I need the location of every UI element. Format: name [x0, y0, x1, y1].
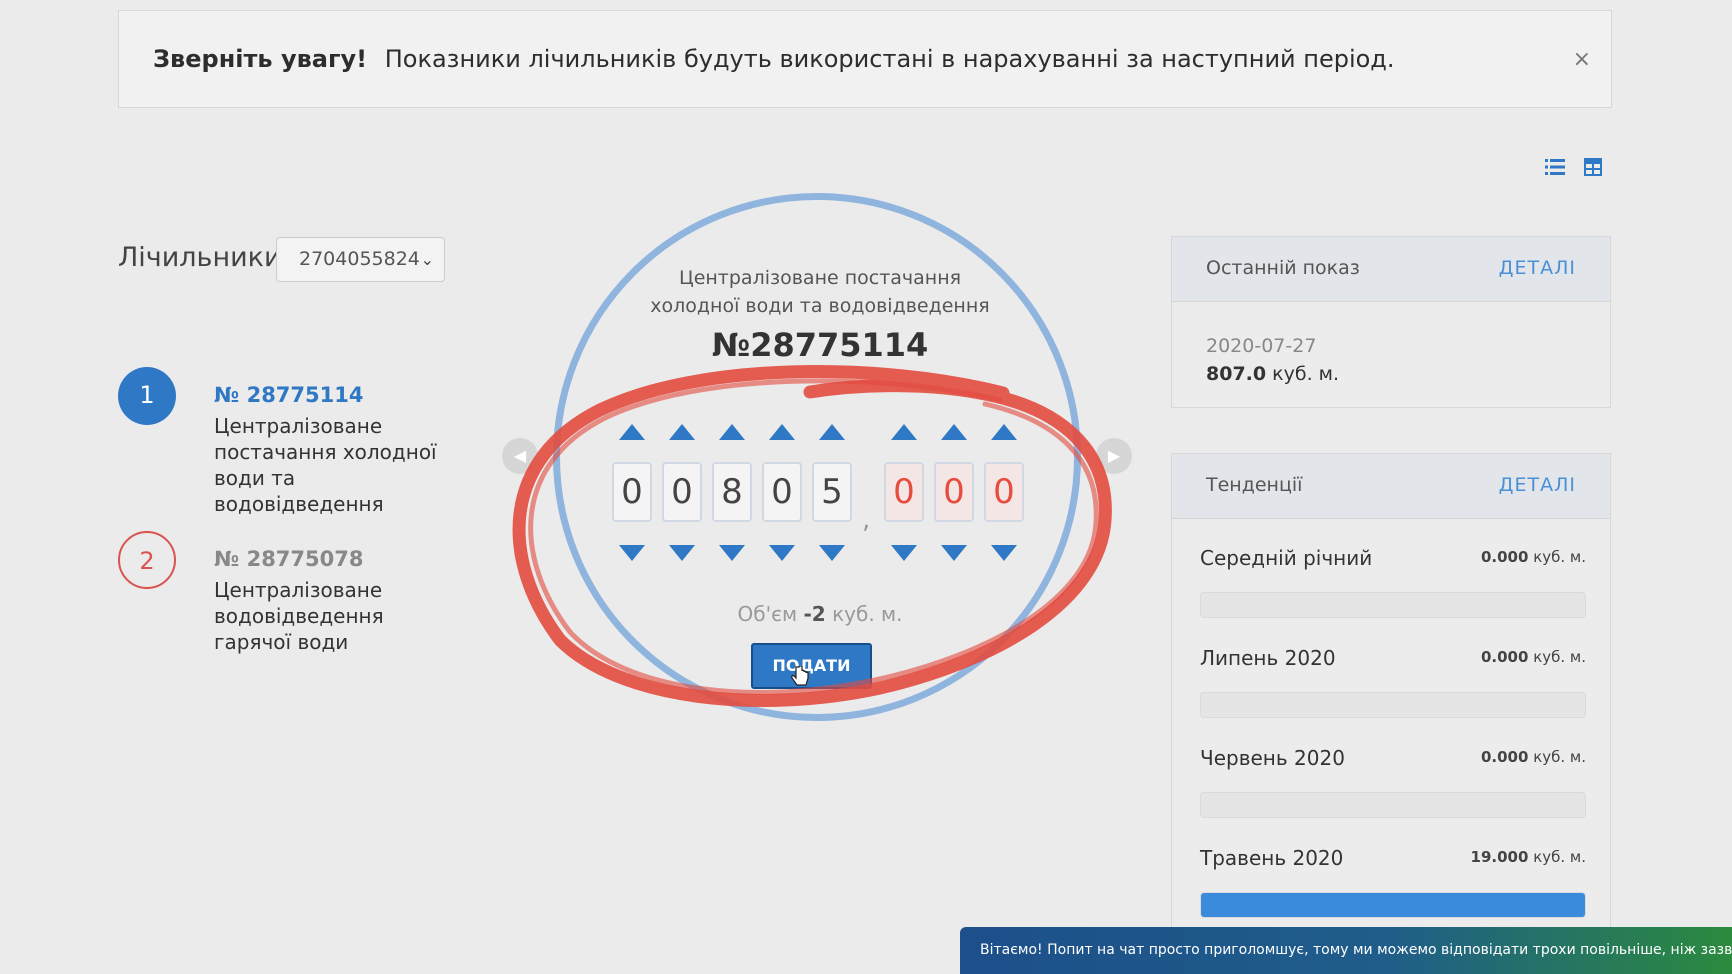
increment-digit-icon[interactable]	[619, 424, 645, 440]
volume-prefix: Об'єм	[737, 602, 798, 626]
trend-unit: куб. м.	[1533, 748, 1586, 766]
increment-digit-icon[interactable]	[769, 424, 795, 440]
close-icon[interactable]: ×	[1573, 47, 1591, 72]
alert-message: Показники лічильників будуть використані…	[384, 45, 1395, 73]
volume-text: Об'єм -2 куб. м.	[600, 602, 1040, 626]
account-select[interactable]: 2704055824 ⌄	[276, 237, 445, 282]
meter-list-item[interactable]: 1 № 28775114 Централізоване постачання х…	[118, 367, 478, 516]
trend-number: 19.000	[1470, 848, 1529, 866]
next-meter-button[interactable]: ▶	[1096, 438, 1132, 474]
decrement-digit-icon[interactable]	[941, 545, 967, 561]
trend-value: 19.000 куб. м.	[1471, 848, 1586, 866]
previous-meter-button[interactable]: ◀	[502, 438, 538, 474]
trend-unit: куб. м.	[1533, 648, 1586, 666]
increment-digit-icon[interactable]	[819, 424, 845, 440]
decrement-digit-icon[interactable]	[769, 545, 795, 561]
notice-alert: Зверніть увагу! Показники лічильників бу…	[118, 10, 1612, 108]
decrement-digit-icon[interactable]	[991, 545, 1017, 561]
trend-number: 0.000	[1480, 648, 1529, 666]
trend-number: 0.000	[1480, 748, 1529, 766]
decimal-digit-input[interactable]: 0	[984, 462, 1024, 522]
increment-digit-icon[interactable]	[991, 424, 1017, 440]
meter-description: Централізоване постачання холодної води …	[214, 414, 437, 516]
digit-input[interactable]: 0	[762, 462, 802, 522]
chevron-down-icon: ⌄	[420, 250, 434, 269]
trends-panel: Тенденції ДЕТАЛІ Середній річний 0.000 ку…	[1171, 453, 1611, 974]
meter-index-badge: 2	[118, 531, 176, 589]
volume-value: -2	[803, 602, 826, 626]
meter-list-item[interactable]: 2 № 28775078 Централізоване водовідведен…	[118, 531, 478, 661]
decimal-digit-input[interactable]: 0	[934, 462, 974, 522]
meter-number-heading: №28775114	[711, 326, 929, 364]
last-reading-unit: куб. м.	[1272, 363, 1340, 385]
list-view-icon[interactable]	[1545, 158, 1565, 176]
trend-progress-bar	[1200, 792, 1586, 818]
details-link[interactable]: ДЕТАЛІ	[1499, 474, 1576, 496]
grid-view-icon[interactable]	[1584, 158, 1602, 176]
panel-header: Тенденції ДЕТАЛІ	[1172, 454, 1610, 519]
trend-number: 0.000	[1480, 548, 1529, 566]
trend-label: Середній річний	[1200, 546, 1373, 570]
panel-header: Останній показ ДЕТАЛІ	[1172, 237, 1610, 302]
meter-number-link[interactable]: № 28775114	[214, 383, 363, 407]
details-link[interactable]: ДЕТАЛІ	[1499, 257, 1576, 279]
digit-input[interactable]: 5	[812, 462, 852, 522]
increment-digit-icon[interactable]	[669, 424, 695, 440]
increment-digit-icon[interactable]	[719, 424, 745, 440]
panel-title: Тенденції	[1206, 474, 1303, 496]
trend-value: 0.000 куб. м.	[1481, 548, 1586, 566]
last-reading-number: 807.0	[1206, 363, 1267, 385]
trend-value: 0.000 куб. м.	[1481, 648, 1586, 666]
meter-index-badge: 1	[118, 367, 176, 425]
last-reading-date: 2020-07-27	[1206, 335, 1317, 357]
account-select-value: 2704055824	[299, 248, 420, 270]
chat-notice-banner[interactable]: Вітаємо! Попит на чат просто приголомшує…	[960, 927, 1732, 974]
submit-button[interactable]: ПОДАТИ	[751, 643, 872, 689]
alert-title: Зверніть увагу!	[153, 45, 368, 73]
alert-text: Зверніть увагу! Показники лічильників бу…	[153, 45, 1395, 73]
meter-description: Централізоване водовідведення гарячої во…	[214, 578, 384, 654]
decimal-separator: ,	[862, 505, 871, 535]
trend-label: Червень 2020	[1200, 746, 1345, 770]
decimal-digit-input[interactable]: 0	[884, 462, 924, 522]
trend-value: 0.000 куб. м.	[1481, 748, 1586, 766]
service-title-line: Централізоване постачання	[678, 267, 962, 289]
digit-input[interactable]: 0	[612, 462, 652, 522]
decrement-digit-icon[interactable]	[669, 545, 695, 561]
service-title-line: холодної води та водовідведення	[650, 295, 990, 317]
trend-progress-bar	[1200, 592, 1586, 618]
last-reading-panel: Останній показ ДЕТАЛІ 2020-07-27 807.0 к…	[1171, 236, 1611, 408]
decrement-digit-icon[interactable]	[819, 545, 845, 561]
decrement-digit-icon[interactable]	[891, 545, 917, 561]
trend-label: Травень 2020	[1200, 846, 1344, 870]
increment-digit-icon[interactable]	[941, 424, 967, 440]
hand-cursor-icon	[791, 666, 809, 686]
decrement-digit-icon[interactable]	[719, 545, 745, 561]
digit-input[interactable]: 8	[712, 462, 752, 522]
trend-progress-bar	[1200, 692, 1586, 718]
volume-unit: куб. м.	[832, 602, 903, 626]
trend-unit: куб. м.	[1533, 548, 1586, 566]
last-reading-value: 807.0 куб. м.	[1206, 363, 1339, 385]
meter-number-link[interactable]: № 28775078	[214, 547, 363, 571]
service-title: Централізоване постачання холодної води …	[560, 264, 1080, 320]
meters-label: Лічильники	[118, 242, 282, 273]
trend-unit: куб. м.	[1533, 848, 1586, 866]
trend-progress-bar	[1200, 892, 1586, 918]
panel-title: Останній показ	[1206, 257, 1360, 279]
trend-label: Липень 2020	[1200, 646, 1336, 670]
decrement-digit-icon[interactable]	[619, 545, 645, 561]
digit-input[interactable]: 0	[662, 462, 702, 522]
increment-digit-icon[interactable]	[891, 424, 917, 440]
trend-progress-fill	[1201, 893, 1585, 917]
